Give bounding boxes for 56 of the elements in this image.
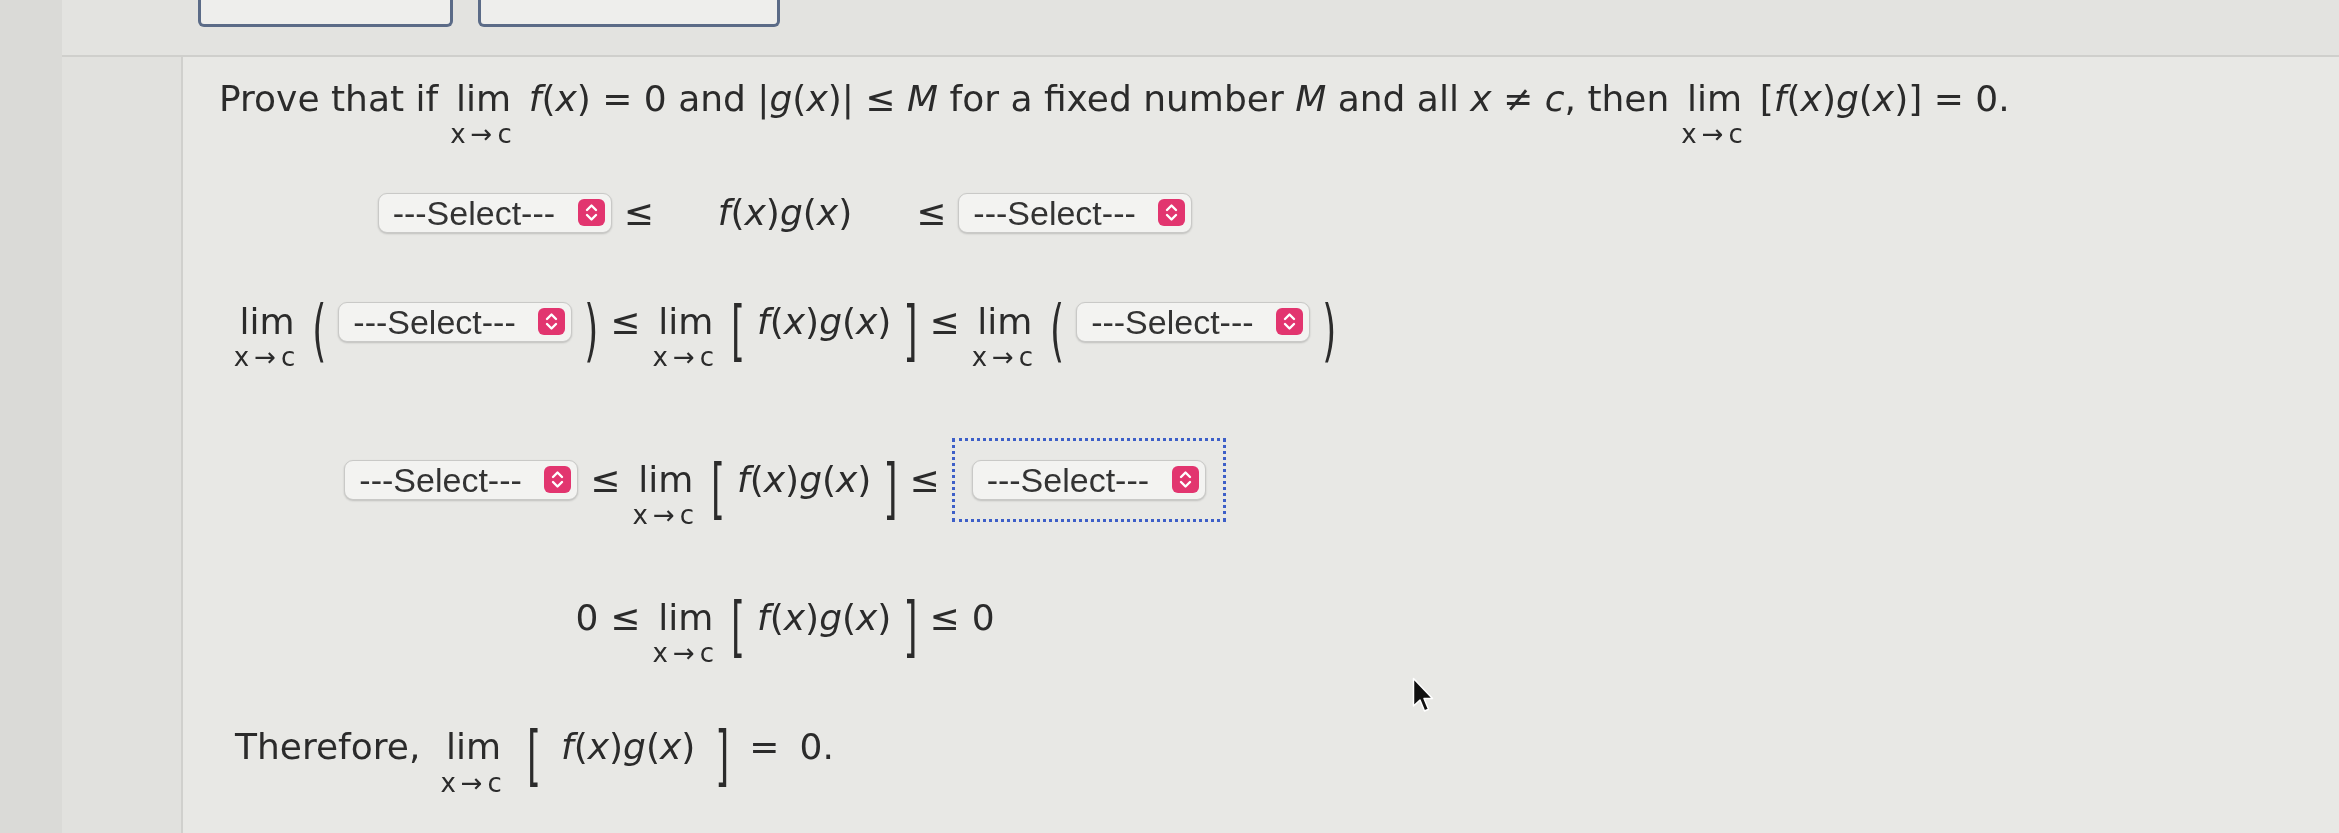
math-expression: f(x)g(x) <box>717 190 853 234</box>
limit-notation: lim x→c <box>440 725 507 798</box>
conclusion-text: Therefore, <box>235 725 421 769</box>
limit-notation: lim x→c <box>1681 77 1748 149</box>
math-expression: f(x)g(x) <box>560 725 696 769</box>
chevron-updown-icon <box>577 199 605 227</box>
limit-notation: lim x→c <box>652 299 719 372</box>
math-expression: 0 <box>971 595 995 639</box>
dropdown-select[interactable]: ---Select--- <box>338 301 573 342</box>
parenthesis: ( <box>1050 296 1065 366</box>
relation-symbol: = <box>749 725 780 769</box>
chevron-updown-icon <box>544 466 572 494</box>
chevron-updown-icon <box>1158 199 1186 227</box>
problem-text: Prove that if <box>219 77 439 121</box>
limit-notation: lim x→c <box>233 299 301 372</box>
parenthesis: ) <box>1322 296 1337 366</box>
dropdown-select[interactable]: ---Select--- <box>1076 301 1311 342</box>
dropdown-select[interactable]: ---Select--- <box>377 192 612 233</box>
parenthesis: ( <box>312 296 327 366</box>
limit-notation: lim x→c <box>450 77 517 149</box>
relation-symbol: ≤ <box>610 595 641 639</box>
bracket: [ <box>526 723 541 790</box>
relation-symbol: ≤ <box>610 299 641 344</box>
math-expression: 0. <box>799 725 834 769</box>
dropdown-select[interactable]: ---Select--- <box>344 459 579 500</box>
bracket: [ <box>731 297 746 365</box>
chevron-updown-icon <box>1171 466 1199 494</box>
math-expression: 0 <box>575 595 599 639</box>
limit-notation: lim x→c <box>652 595 719 668</box>
chevron-updown-icon <box>538 308 566 336</box>
limit-notation: lim x→c <box>632 457 699 530</box>
chevron-updown-icon <box>1276 308 1304 336</box>
button-outline[interactable] <box>478 0 780 27</box>
math-expression: f(x)g(x) <box>737 457 872 501</box>
limit-notation: lim x→c <box>971 299 1039 372</box>
bracket: ] <box>883 455 898 523</box>
relation-symbol: ≤ <box>916 190 947 234</box>
relation-symbol: ≤ <box>623 190 654 234</box>
button-outline[interactable] <box>198 0 453 27</box>
math-expression: f(x)g(x) <box>757 299 892 344</box>
relation-symbol: ≤ <box>929 595 960 639</box>
parenthesis: ) <box>584 296 599 366</box>
dropdown-select[interactable]: ---Select--- <box>971 459 1206 500</box>
problem-text: [f(x)g(x)] = 0. <box>1759 77 2010 121</box>
relation-symbol: ≤ <box>929 299 960 344</box>
math-expression: f(x)g(x) <box>757 595 892 639</box>
bracket: ] <box>715 723 730 790</box>
bracket: ] <box>903 593 918 660</box>
mouse-pointer-icon <box>1412 677 1434 713</box>
relation-symbol: ≤ <box>909 457 940 501</box>
problem-text: f(x) = 0 and |g(x)| ≤ M for a fixed number M and all x ≠ c, then <box>528 77 1670 121</box>
bracket: ] <box>903 297 918 365</box>
relation-symbol: ≤ <box>590 457 621 501</box>
bracket: [ <box>731 593 746 660</box>
bracket: [ <box>711 455 726 523</box>
dropdown-select[interactable]: ---Select--- <box>958 192 1193 233</box>
